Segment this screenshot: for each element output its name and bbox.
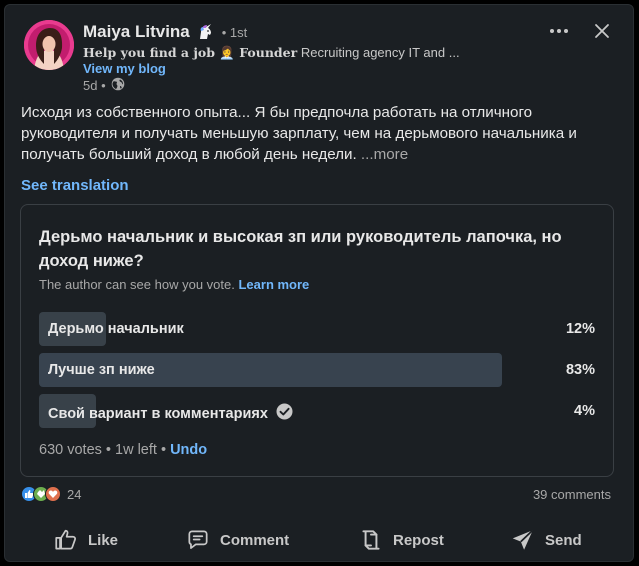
poll-footer: 630 votes • 1w left • Undo	[39, 442, 207, 458]
avatar[interactable]	[24, 20, 74, 70]
comment-label: Comment	[220, 531, 290, 549]
headline-bold: Help you find a job 👩‍💼 Founder	[83, 45, 298, 60]
headline-rest: Recruiting agency IT and ...	[297, 45, 460, 60]
more-icon	[550, 29, 568, 33]
close-icon	[595, 24, 609, 38]
poll-option-text: Свой вариант в комментариях	[48, 405, 268, 422]
post-body: Исходя из собственного опыта... Я бы пре…	[21, 104, 577, 163]
poll-option-label: Свой вариант в комментариях	[48, 403, 293, 424]
comments-count-link[interactable]: 39 comments	[533, 487, 611, 502]
poll-option-text: Дерьмо начальник	[48, 321, 184, 337]
like-icon	[55, 529, 76, 550]
see-translation-link[interactable]: See translation	[21, 177, 129, 194]
check-circle-icon	[276, 403, 293, 424]
send-label: Send	[545, 531, 582, 549]
more-link[interactable]: ...more	[357, 146, 408, 163]
poll-option-text: Лучше зп ниже	[48, 362, 155, 378]
more-options-button[interactable]	[547, 19, 571, 43]
repost-icon	[362, 530, 380, 550]
poll-votes: 630 votes • 1w left •	[39, 442, 171, 458]
author-headline: Help you find a job 👩‍💼 Founder Recruiti…	[83, 45, 463, 61]
like-label: Like	[88, 531, 119, 549]
undo-vote-button[interactable]: Undo	[170, 442, 207, 458]
poll-option-percent: 12%	[565, 321, 595, 337]
view-blog-link[interactable]: View my blog	[83, 61, 166, 76]
post-age: 5d •	[83, 78, 106, 93]
close-button[interactable]	[590, 19, 614, 43]
poll-option-percent: 83%	[565, 362, 595, 378]
send-button[interactable]: Send	[510, 527, 582, 553]
learn-more-link[interactable]: Learn more	[238, 277, 309, 292]
post-meta: 5d •	[83, 77, 125, 94]
post-card: Maiya Litvina • 1st Help you find a job …	[4, 4, 634, 562]
poll-option[interactable]: Свой вариант в комментариях 4%	[39, 394, 597, 428]
love-reaction-icon	[45, 486, 61, 502]
poll-note: The author can see how you vote. Learn m…	[39, 277, 309, 292]
send-icon	[512, 529, 534, 550]
poll-note-text: The author can see how you vote.	[39, 277, 235, 292]
repost-label: Repost	[393, 531, 444, 549]
author-name[interactable]: Maiya Litvina	[83, 22, 190, 42]
repost-button[interactable]: Repost	[358, 527, 444, 553]
like-button[interactable]: Like	[53, 527, 118, 553]
globe-icon	[111, 77, 125, 94]
author-row: Maiya Litvina • 1st	[83, 22, 247, 42]
poll-option-label: Лучше зп ниже	[48, 362, 155, 378]
comment-icon	[188, 530, 208, 549]
action-bar: Like Comment Repost Send	[5, 521, 635, 561]
poll-option[interactable]: Дерьмо начальник 12%	[39, 312, 597, 346]
poll-option[interactable]: Лучше зп ниже 83%	[39, 353, 597, 387]
poll-option-percent: 4%	[574, 403, 595, 419]
comment-button[interactable]: Comment	[185, 527, 289, 553]
reactions-summary[interactable]: 24	[21, 486, 81, 502]
poll-option-label: Дерьмо начальник	[48, 321, 184, 337]
poll: Дерьмо начальник и высокая зп или руково…	[20, 204, 614, 477]
reactions-count: 24	[67, 486, 82, 502]
unicorn-icon	[196, 23, 214, 41]
connection-degree: • 1st	[221, 24, 248, 40]
post-text: Исходя из собственного опыта... Я бы пре…	[21, 102, 621, 165]
reaction-icons	[21, 486, 61, 502]
poll-question: Дерьмо начальник и высокая зп или руково…	[39, 228, 562, 270]
